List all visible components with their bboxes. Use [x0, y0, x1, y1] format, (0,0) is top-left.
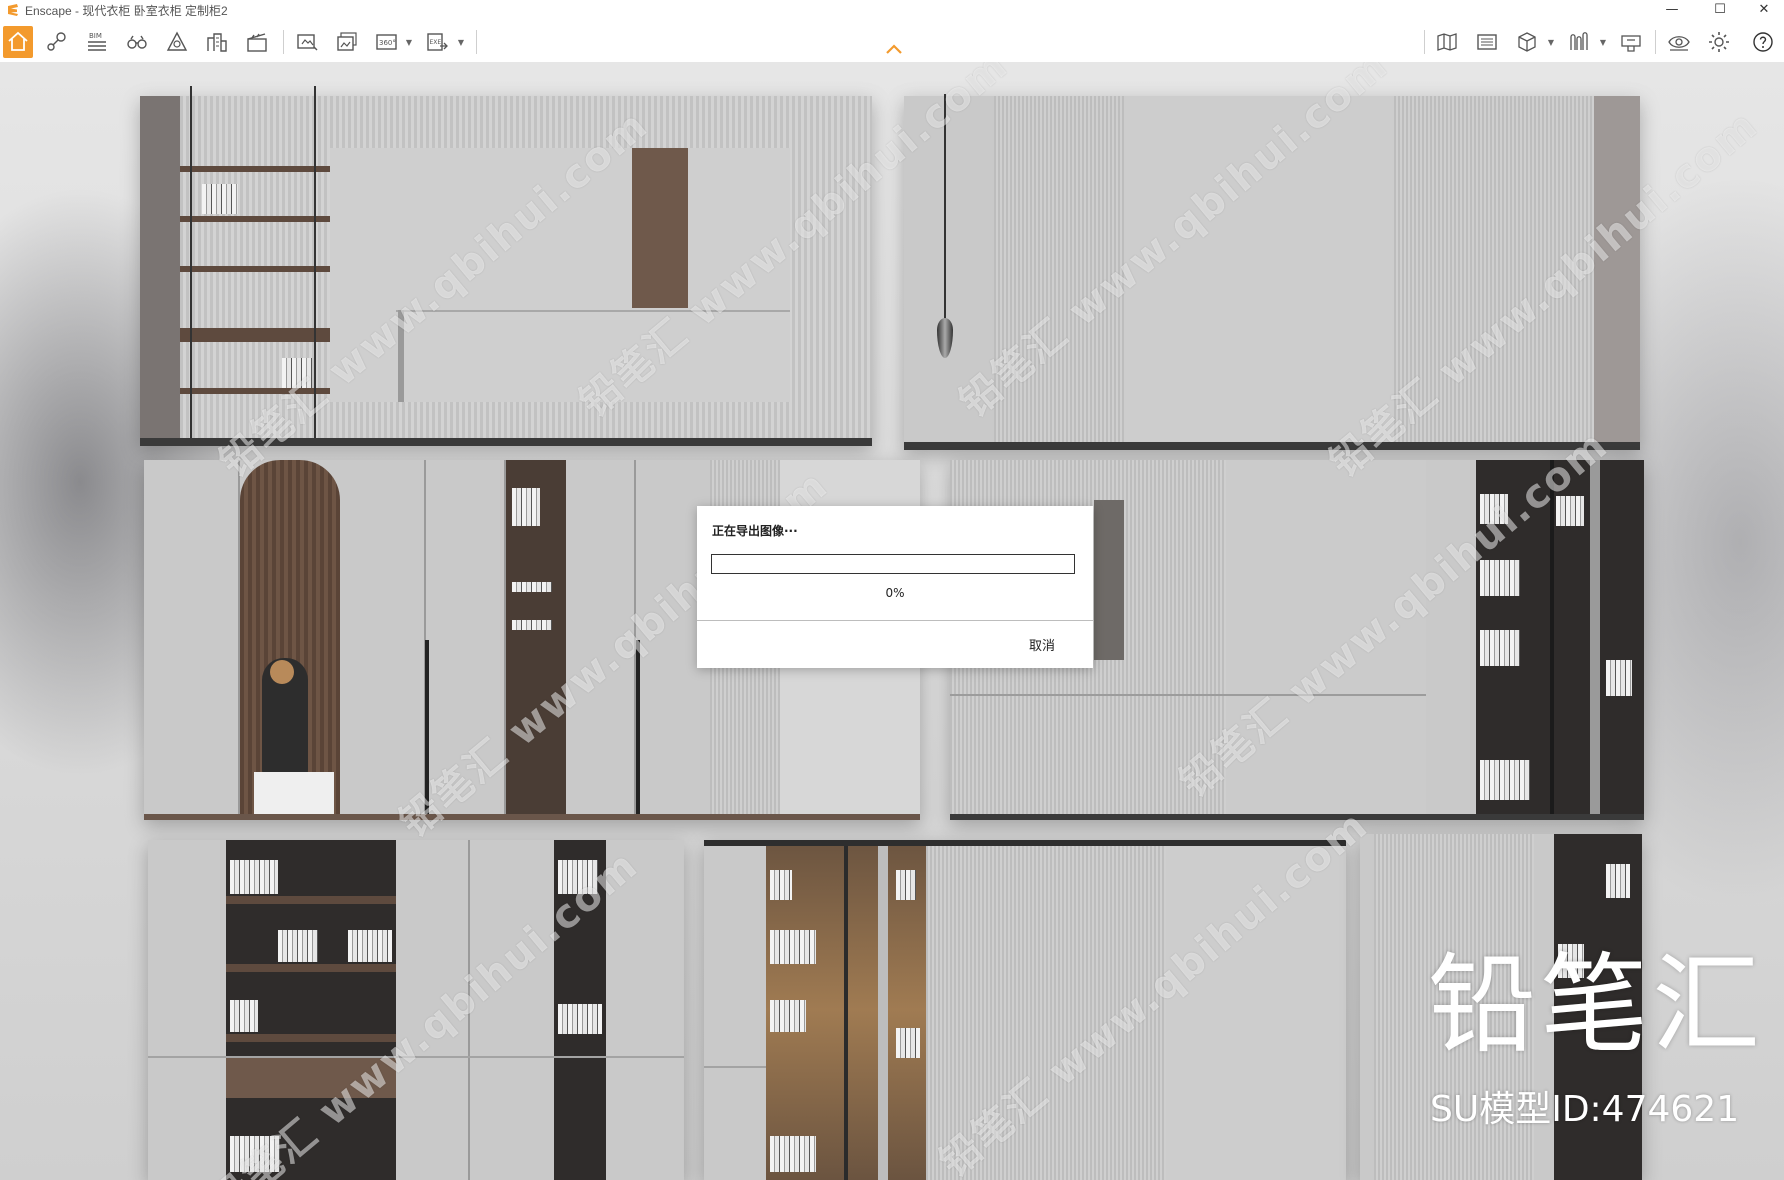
help-icon	[1753, 32, 1773, 52]
cabinet-render-1	[140, 86, 872, 446]
bim-label: BIM	[89, 32, 102, 40]
panorama-label: 360°	[379, 39, 396, 47]
binoculars-icon	[127, 35, 147, 49]
walk-path-icon	[47, 32, 66, 51]
toolbar-separator	[476, 30, 477, 54]
dialog-divider	[697, 620, 1093, 621]
dialog-title: 正在导出图像···	[712, 524, 798, 538]
toolbar-separator	[1655, 30, 1656, 54]
views-manager-button[interactable]	[1472, 26, 1502, 58]
collaboration-icon	[1621, 35, 1641, 52]
collapse-toolbar-chevron-icon[interactable]	[884, 42, 904, 56]
brand-logo-text: 铅笔汇	[1428, 943, 1765, 1068]
bim-button[interactable]: BIM	[82, 26, 112, 58]
cabinet-render-2	[904, 94, 1640, 450]
screenshot-icon	[297, 34, 318, 51]
section-box-button[interactable]	[1512, 26, 1542, 58]
visual-settings-button[interactable]	[1664, 26, 1694, 58]
enscape-logo-icon	[8, 4, 18, 16]
collaboration-button[interactable]	[1616, 26, 1646, 58]
section-dropdown-icon[interactable]: ▼	[1546, 26, 1556, 58]
map-button[interactable]	[1432, 26, 1462, 58]
title-bar: Enscape - 现代衣柜 卧室衣柜 定制柜2 — ☐ ✕	[0, 0, 1784, 22]
bim-icon: BIM	[88, 32, 106, 51]
home-icon	[8, 31, 28, 51]
export-exe-button[interactable]: EXE	[422, 26, 452, 58]
materials-icon	[1570, 32, 1588, 50]
export-progress-dialog: 正在导出图像··· 0% 取消	[697, 506, 1093, 668]
export-exe-icon: EXE	[427, 33, 448, 51]
progress-percentage: 0%	[885, 586, 905, 600]
buildings-button[interactable]	[202, 26, 232, 58]
video-editor-button[interactable]	[242, 26, 272, 58]
cabinet-render-6	[704, 840, 1346, 1180]
eye-icon	[1668, 36, 1690, 51]
home-button[interactable]	[3, 26, 33, 58]
settings-button[interactable]	[1704, 26, 1734, 58]
screenshot-button[interactable]	[292, 26, 322, 58]
cube-icon	[1518, 32, 1536, 52]
panorama-button[interactable]: 360°	[372, 26, 402, 58]
model-id-label: SU模型ID:474621	[1430, 1089, 1740, 1130]
cancel-button[interactable]: 取消	[1007, 632, 1077, 656]
exe-label: EXE	[430, 39, 442, 46]
clapperboard-icon	[247, 33, 267, 52]
export-dropdown-icon[interactable]: ▼	[456, 26, 466, 58]
maximize-button[interactable]: ☐	[1700, 0, 1740, 22]
toolbar-separator	[283, 30, 284, 54]
progress-bar	[711, 554, 1075, 574]
help-button[interactable]	[1748, 26, 1778, 58]
panorama-360-icon: 360°	[376, 34, 397, 50]
toolbar-separator	[1424, 30, 1425, 54]
walk-mode-button[interactable]	[42, 26, 72, 58]
panorama-dropdown-icon[interactable]: ▼	[404, 26, 414, 58]
buildings-icon	[207, 33, 227, 52]
materials-button[interactable]	[1564, 26, 1594, 58]
asset-library-icon	[166, 31, 188, 51]
close-button[interactable]: ✕	[1744, 0, 1784, 22]
batch-render-button[interactable]	[332, 26, 362, 58]
map-icon	[1437, 33, 1457, 51]
minimize-button[interactable]: —	[1652, 0, 1692, 22]
views-manager-icon	[1477, 34, 1497, 50]
materials-dropdown-icon[interactable]: ▼	[1598, 26, 1608, 58]
window-title: Enscape - 现代衣柜 卧室衣柜 定制柜2	[25, 4, 228, 18]
asset-library-button[interactable]	[162, 26, 192, 58]
cabinet-render-5	[148, 840, 684, 1180]
batch-render-icon	[337, 32, 357, 51]
view-binoculars-button[interactable]	[122, 26, 152, 58]
gear-icon	[1709, 32, 1729, 52]
